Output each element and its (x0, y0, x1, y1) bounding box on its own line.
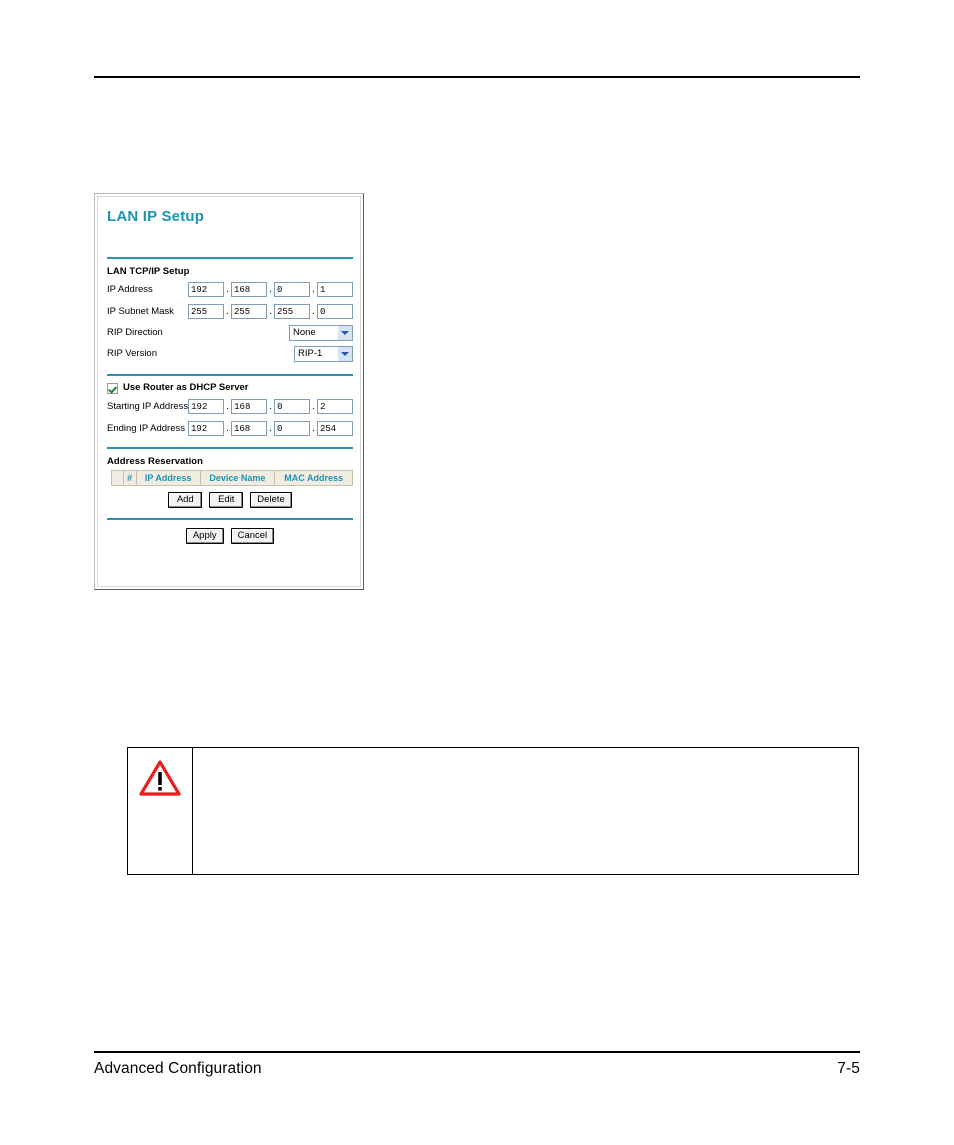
lan-ip-setup-figure: LAN IP Setup LAN TCP/IP Setup IP Address… (94, 193, 364, 590)
ip-subnet-mask-dot-1: . (226, 306, 229, 317)
label-starting-ip-address: Starting IP Address (107, 400, 189, 412)
chevron-down-icon[interactable] (337, 346, 352, 361)
checkbox-use-router-as-dhcp-server[interactable] (107, 382, 118, 394)
select-rip-direction[interactable]: None (289, 324, 353, 341)
warning-note-text (193, 748, 858, 874)
ending-ip-dot-2: . (269, 423, 272, 434)
label-rip-version: RIP Version (107, 347, 157, 359)
page-footer: Advanced Configuration 7-5 (94, 1060, 860, 1078)
ip-subnet-mask-octet-2[interactable]: 255 (231, 304, 267, 319)
ip-address-octet-1[interactable]: 192 (188, 282, 224, 297)
ip-subnet-mask-octet-1[interactable]: 255 (188, 304, 224, 319)
dhcp-server-checkbox-row[interactable]: Use Router as DHCP Server (107, 382, 353, 394)
ip-subnet-mask-dot-2: . (269, 306, 272, 317)
add-button[interactable]: Add (168, 492, 203, 508)
table-header-select (111, 470, 124, 486)
ending-ip-dot-1: . (226, 423, 229, 434)
footer-section-title: Advanced Configuration (94, 1060, 262, 1077)
table-header-ip-address: IP Address (135, 470, 201, 486)
section-label-address-reservation: Address Reservation (107, 455, 203, 467)
edit-button[interactable]: Edit (209, 492, 244, 508)
field-row-starting-ip-address: Starting IP Address 192 . 168 . 0 . 2 (107, 398, 354, 416)
ip-subnet-mask-octets: 255 . 255 . 255 . 0 (188, 304, 353, 319)
form-button-row: Apply Cancel (107, 528, 353, 544)
label-ip-subnet-mask: IP Subnet Mask (107, 305, 174, 317)
divider-address-reservation (107, 446, 353, 449)
ip-subnet-mask-octet-3[interactable]: 255 (274, 304, 310, 319)
divider-form-actions (107, 518, 353, 520)
table-header-row: # IP Address Device Name MAC Address (111, 470, 353, 486)
page-header-rule (94, 76, 860, 78)
figure-inner-frame: LAN IP Setup LAN TCP/IP Setup IP Address… (97, 196, 361, 587)
warning-note-box (127, 747, 859, 875)
apply-button[interactable]: Apply (185, 528, 224, 544)
starting-ip-octet-1[interactable]: 192 (188, 399, 225, 414)
field-row-rip-version: RIP Version RIP-1 (107, 345, 353, 363)
ending-ip-octets: 192 . 168 . 0 . 254 (188, 421, 353, 436)
warning-note-icon-cell (128, 748, 193, 874)
ip-address-octet-3[interactable]: 0 (274, 282, 310, 297)
table-header-device-name: Device Name (199, 470, 276, 486)
cancel-button[interactable]: Cancel (230, 528, 275, 544)
table-button-row: Add Edit Delete (107, 492, 353, 508)
field-row-rip-direction: RIP Direction None (107, 324, 353, 342)
table-header-number: # (122, 470, 137, 486)
ip-subnet-mask-dot-3: . (312, 306, 315, 317)
section-label-lan-tcpip: LAN TCP/IP Setup (107, 266, 190, 277)
footer-page-number: 7-5 (837, 1060, 860, 1077)
ending-ip-octet-3[interactable]: 0 (274, 421, 310, 436)
ending-ip-octet-4[interactable]: 254 (317, 421, 353, 436)
warning-triangle-icon (139, 760, 181, 796)
field-row-ending-ip-address: Ending IP Address 192 . 168 . 0 . 254 (107, 420, 353, 438)
starting-ip-octet-4[interactable]: 2 (317, 399, 354, 414)
ending-ip-octet-1[interactable]: 192 (188, 421, 224, 436)
address-reservation-table: # IP Address Device Name MAC Address (111, 470, 353, 486)
ip-subnet-mask-octet-4[interactable]: 0 (317, 304, 353, 319)
ip-address-octet-4[interactable]: 1 (317, 282, 353, 297)
chevron-down-icon[interactable] (337, 325, 352, 340)
divider-dhcp (107, 373, 353, 376)
label-ip-address: IP Address (107, 283, 153, 295)
starting-ip-dot-3: . (312, 401, 316, 412)
lan-ip-setup-panel: LAN IP Setup LAN TCP/IP Setup IP Address… (107, 204, 354, 580)
divider-top (107, 257, 353, 259)
ip-address-dot-1: . (226, 284, 229, 295)
select-rip-direction-value: None (293, 326, 316, 338)
field-row-ip-address: IP Address 192 . 168 . 0 . 1 (107, 281, 353, 299)
ip-address-dot-3: . (312, 284, 315, 295)
ip-address-dot-2: . (269, 284, 272, 295)
panel-title: LAN IP Setup (107, 208, 205, 225)
ending-ip-dot-3: . (312, 423, 315, 434)
page-footer-rule (94, 1051, 860, 1053)
starting-ip-octet-3[interactable]: 0 (274, 399, 311, 414)
field-row-ip-subnet-mask: IP Subnet Mask 255 . 255 . 255 . 0 (107, 303, 353, 321)
label-ending-ip-address: Ending IP Address (107, 422, 185, 434)
starting-ip-dot-1: . (226, 401, 230, 412)
select-rip-version[interactable]: RIP-1 (294, 345, 353, 362)
select-rip-version-value: RIP-1 (298, 347, 323, 359)
starting-ip-octets: 192 . 168 . 0 . 2 (188, 399, 354, 414)
ip-address-octet-2[interactable]: 168 (231, 282, 267, 297)
ip-address-octets: 192 . 168 . 0 . 1 (188, 282, 353, 297)
delete-button[interactable]: Delete (250, 492, 292, 508)
starting-ip-dot-2: . (269, 401, 273, 412)
starting-ip-octet-2[interactable]: 168 (231, 399, 268, 414)
ending-ip-octet-2[interactable]: 168 (231, 421, 267, 436)
label-rip-direction: RIP Direction (107, 326, 163, 338)
table-header-mac-address: MAC Address (274, 470, 353, 486)
label-use-router-as-dhcp-server: Use Router as DHCP Server (123, 382, 249, 394)
